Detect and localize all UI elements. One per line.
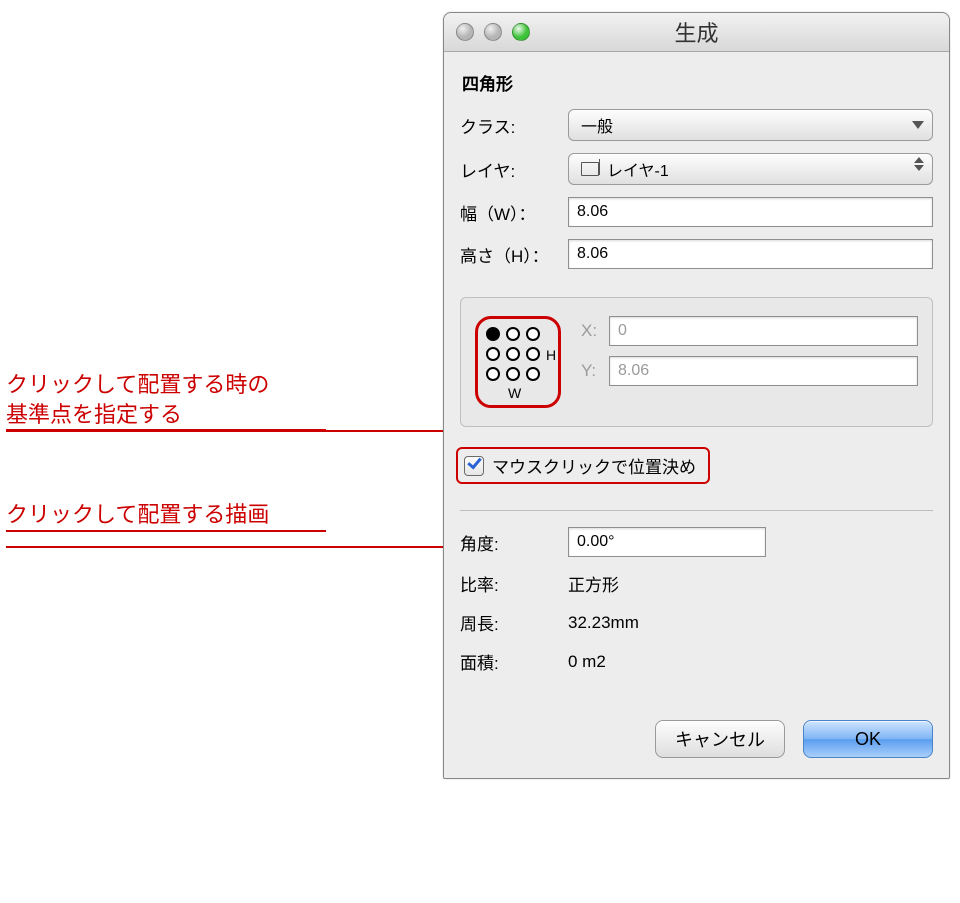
section-title: 四角形 <box>462 70 933 95</box>
close-icon[interactable] <box>456 23 474 41</box>
minimize-icon[interactable] <box>484 23 502 41</box>
annotation-text: クリックして配置する時の <box>6 372 269 397</box>
position-panel: H W X: Y: <box>460 297 933 427</box>
ratio-label: 比率: <box>460 571 568 596</box>
stepper-icon <box>914 157 924 171</box>
anchor-dot-7[interactable] <box>506 367 520 381</box>
perimeter-value: 32.23mm <box>568 613 639 633</box>
anchor-dot-1[interactable] <box>506 327 520 341</box>
create-dialog: 生成 四角形 クラス: 一般 レイヤ: レイヤ-1 幅（W）： <box>443 12 950 779</box>
width-label: 幅（W）： <box>460 200 568 225</box>
class-selected: 一般 <box>581 113 613 137</box>
zoom-icon[interactable] <box>512 23 530 41</box>
area-value: 0 m2 <box>568 652 606 672</box>
class-dropdown[interactable]: 一般 <box>568 109 933 141</box>
anchor-dot-3[interactable] <box>486 347 500 361</box>
height-input[interactable] <box>568 239 933 269</box>
area-label: 面積: <box>460 649 568 674</box>
annotation-leader-line <box>6 546 452 548</box>
angle-label: 角度: <box>460 530 568 555</box>
annotation-text: 基準点を指定する <box>6 400 326 432</box>
window-titlebar: 生成 <box>444 13 949 52</box>
window-controls <box>456 23 530 41</box>
annotation-text: クリックして配置する描画 <box>6 500 326 532</box>
mouse-click-checkbox[interactable] <box>464 456 484 476</box>
cancel-button[interactable]: キャンセル <box>655 720 785 758</box>
ok-button[interactable]: OK <box>803 720 933 758</box>
annotation-anchor: クリックして配置する時の 基準点を指定する <box>6 370 326 431</box>
layer-dropdown[interactable]: レイヤ-1 <box>568 153 933 185</box>
anchor-point-picker[interactable]: H W <box>475 316 561 408</box>
angle-input[interactable] <box>568 527 766 557</box>
anchor-h-label: H <box>546 347 556 363</box>
chevron-down-icon <box>912 121 924 129</box>
x-label: X: <box>581 321 609 341</box>
class-label: クラス: <box>460 113 568 138</box>
mouse-click-mode-row[interactable]: マウスクリックで位置決め <box>456 447 710 484</box>
annotation-leader-line <box>6 430 471 432</box>
anchor-dot-8[interactable] <box>526 367 540 381</box>
anchor-dot-4[interactable] <box>506 347 520 361</box>
layer-label: レイヤ: <box>460 157 568 182</box>
layer-icon <box>581 162 599 176</box>
layer-selected: レイヤ-1 <box>607 157 669 181</box>
separator <box>460 510 933 511</box>
anchor-dot-0[interactable] <box>486 327 500 341</box>
y-label: Y: <box>581 361 609 381</box>
perimeter-label: 周長: <box>460 610 568 635</box>
x-input <box>609 316 918 346</box>
anchor-dot-5[interactable] <box>526 347 540 361</box>
anchor-w-label: W <box>508 385 521 401</box>
height-label: 高さ（H）： <box>460 242 568 267</box>
mouse-click-label: マウスクリックで位置決め <box>492 453 696 478</box>
width-input[interactable] <box>568 197 933 227</box>
anchor-dot-6[interactable] <box>486 367 500 381</box>
ratio-value: 正方形 <box>568 571 619 596</box>
anchor-dot-2[interactable] <box>526 327 540 341</box>
annotation-checkbox: クリックして配置する描画 <box>6 500 326 532</box>
y-input <box>609 356 918 386</box>
